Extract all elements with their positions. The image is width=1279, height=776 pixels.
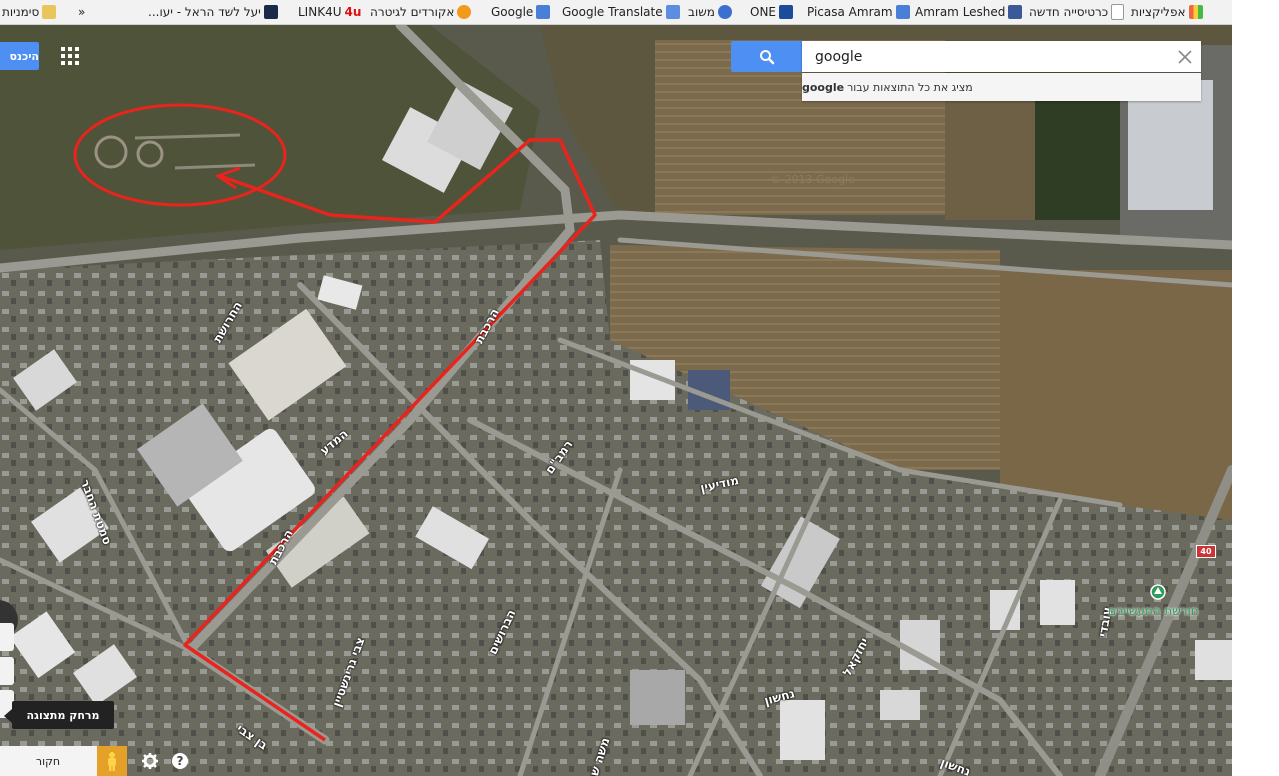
bookmark-other[interactable]: סימניות <box>2 3 57 21</box>
distance-tooltip: מרחק מתצוגה <box>12 701 114 729</box>
site-icon <box>263 5 278 19</box>
page-margin <box>1232 0 1279 776</box>
bookmark-feedback[interactable]: משוב <box>688 3 732 21</box>
bookmark-yael-leshed[interactable]: יעל לשד הראל - יעו... <box>148 3 278 21</box>
bookmark-google-translate[interactable]: Google Translate <box>562 3 680 21</box>
bookmark-guitar-chords[interactable]: אקורדים לגיטרה <box>370 3 472 21</box>
map-imagery: © 2013 Google <box>0 25 1232 776</box>
google-icon <box>536 5 551 19</box>
satellite-map[interactable]: © 2013 Google הרכבת הרכבת החרושת סמטת הח… <box>0 25 1232 776</box>
bookmark-google[interactable]: Google <box>491 3 551 21</box>
bookmark-apps[interactable]: אפליקציות <box>1131 3 1203 21</box>
bookmark-one[interactable]: ONE <box>750 3 794 21</box>
poi-label[interactable]: חורשת התעשיינים <box>1108 604 1199 618</box>
bookmark-picasa-amram[interactable]: Picasa Amram <box>807 3 910 21</box>
help-button[interactable]: ? <box>172 753 188 769</box>
facebook-icon <box>1008 5 1023 19</box>
zoom-out-button[interactable] <box>0 657 14 685</box>
translate-icon <box>665 5 680 19</box>
google-icon <box>895 5 910 19</box>
bookmark-link4u[interactable]: 4u LINK4U <box>298 3 361 21</box>
bookmark-new-tab[interactable]: כרטיסייה חדשה <box>1029 3 1125 21</box>
pegman-button[interactable] <box>97 746 127 776</box>
gear-icon[interactable] <box>141 752 159 770</box>
bookmarks-bar: אפליקציות כרטיסייה חדשה Amram Leshed Pic… <box>0 0 1232 25</box>
search-input[interactable] <box>802 41 1201 72</box>
route-number-badge: 40 <box>1196 545 1216 558</box>
apps-grid-icon <box>1188 5 1203 19</box>
bookmark-amram-leshed[interactable]: Amram Leshed <box>915 3 1023 21</box>
apps-grid-button[interactable] <box>59 45 81 67</box>
tree-icon <box>1150 584 1166 600</box>
tooltip-arrow <box>4 709 12 723</box>
explore-button[interactable]: חקור <box>0 746 96 776</box>
pegman-icon <box>108 752 116 771</box>
search-button[interactable] <box>731 41 802 72</box>
one-icon <box>779 5 794 19</box>
4u-icon: 4u <box>344 5 362 19</box>
search-suggestion[interactable]: מציג את כל התוצאות עבור google <box>802 73 1201 101</box>
close-icon <box>1178 49 1192 64</box>
search-icon <box>759 49 774 64</box>
guitar-icon <box>457 5 472 19</box>
folder-icon <box>42 5 57 19</box>
signin-button[interactable]: היכנס <box>0 42 39 70</box>
feedback-icon <box>717 5 732 19</box>
page-icon <box>1111 4 1125 20</box>
clear-search-button[interactable] <box>1171 43 1199 70</box>
bookmarks-overflow-chevron[interactable]: » <box>78 3 85 21</box>
zoom-in-button[interactable] <box>0 623 14 651</box>
map-watermark: © 2013 Google <box>770 173 855 186</box>
